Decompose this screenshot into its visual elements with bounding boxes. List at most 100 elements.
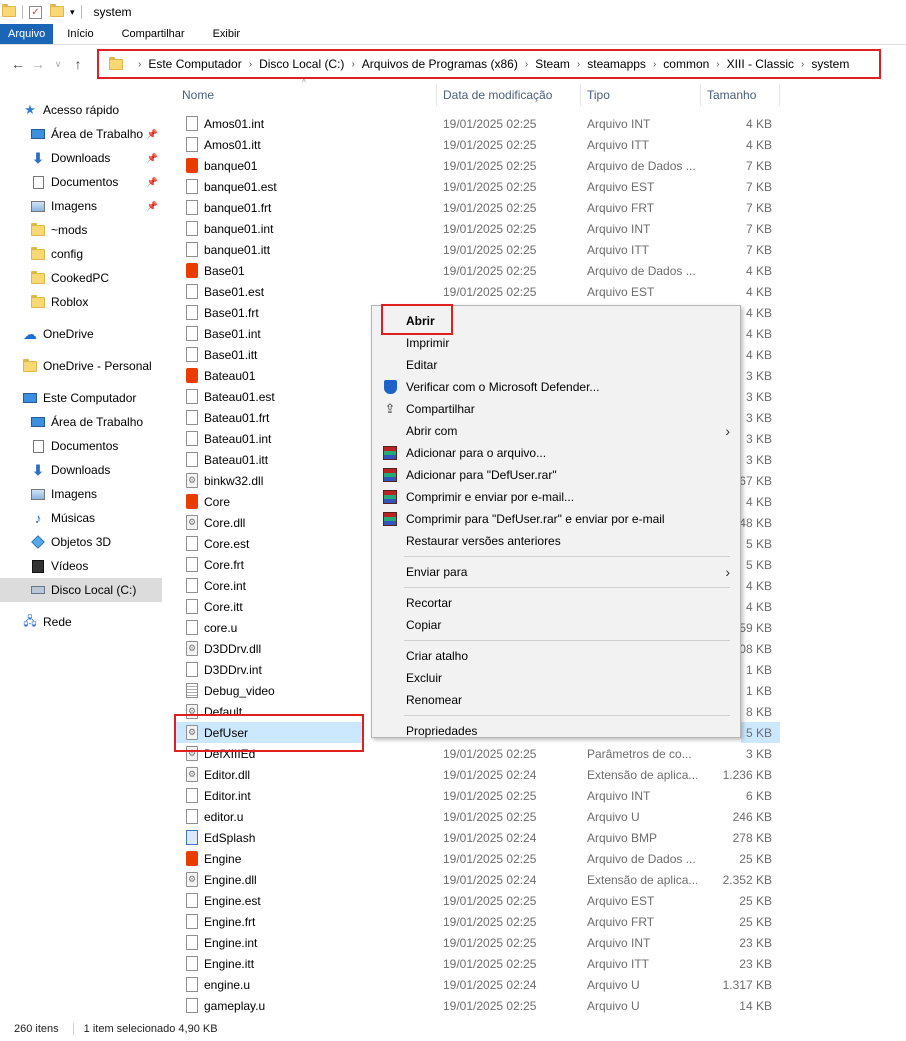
file-row[interactable]: gameplay.u 19/01/2025 02:25 Arquivo U 14 KB xyxy=(176,995,780,1016)
breadcrumb-item[interactable]: common xyxy=(663,57,709,71)
pin-icon[interactable]: 📌 xyxy=(147,201,158,212)
file-row[interactable]: Amos01.int 19/01/2025 02:25 Arquivo INT 4 K… xyxy=(176,113,780,134)
file-row[interactable]: Engine.itt 19/01/2025 02:25 Arquivo ITT 23 … xyxy=(176,953,780,974)
file-row[interactable]: Engine.frt 19/01/2025 02:25 Arquivo FRT 25 … xyxy=(176,911,780,932)
breadcrumb-item[interactable]: Arquivos de Programas (x86) xyxy=(362,57,518,71)
nav-item[interactable]: config xyxy=(0,242,162,266)
file-row[interactable]: banque01.est 19/01/2025 02:25 Arquivo EST 7… xyxy=(176,176,780,197)
menu-item-imprimir[interactable]: Imprimir xyxy=(372,332,740,354)
menu-item-recortar[interactable]: Recortar xyxy=(372,592,740,614)
menu-item-abrir-com[interactable]: Abrir com › xyxy=(372,420,740,442)
file-row[interactable]: editor.u 19/01/2025 02:25 Arquivo U 246 KB xyxy=(176,806,780,827)
nav-item[interactable]: Este Computador xyxy=(0,386,162,410)
file-row[interactable]: Editor.dll 19/01/2025 02:24 Extensão de ap… xyxy=(176,764,780,785)
chevron-right-icon[interactable]: › xyxy=(138,59,141,70)
menu-item-enviar-para[interactable]: Enviar para › xyxy=(372,561,740,583)
breadcrumb-item[interactable]: Disco Local (C:) xyxy=(259,57,344,71)
nav-item[interactable]: Vídeos xyxy=(0,554,162,578)
tab-exibir[interactable]: Exibir xyxy=(199,24,255,44)
nav-item[interactable]: Disco Local (C:) xyxy=(0,578,162,602)
nav-item[interactable]: Imagens xyxy=(0,482,162,506)
nav-item[interactable]: Área de Trabalho 📌 xyxy=(0,122,162,146)
back-arrow-icon[interactable]: ← xyxy=(8,56,28,72)
nav-item[interactable]: 🖧 Rede xyxy=(0,610,162,634)
properties-icon[interactable]: ✓ xyxy=(29,5,42,19)
file-row[interactable]: Amos01.itt 19/01/2025 02:25 Arquivo ITT 4 K… xyxy=(176,134,780,155)
pin-icon[interactable]: 📌 xyxy=(147,177,158,188)
nav-item[interactable]: ♪ Músicas xyxy=(0,506,162,530)
menu-item-renomear[interactable]: Renomear xyxy=(372,689,740,711)
chevron-right-icon[interactable]: › xyxy=(525,59,528,70)
file-row[interactable]: Engine 19/01/2025 02:25 Arquivo de Dados .… xyxy=(176,848,780,869)
menu-item-restaurar-vers-es-anteriores[interactable]: Restaurar versões anteriores xyxy=(372,530,740,552)
menu-item-adicionar-para-defuser-rar[interactable]: Adicionar para "DefUser.rar" xyxy=(372,464,740,486)
menu-item-adicionar-para-o-arquivo[interactable]: Adicionar para o arquivo... xyxy=(372,442,740,464)
file-icon xyxy=(186,998,198,1013)
file-row[interactable]: Engine.dll 19/01/2025 02:24 Extensão de ap… xyxy=(176,869,780,890)
menu-item-excluir[interactable]: Excluir xyxy=(372,667,740,689)
column-type[interactable]: Tipo xyxy=(581,84,701,106)
file-row[interactable]: engine.u 19/01/2025 02:24 Arquivo U 1.317 K… xyxy=(176,974,780,995)
breadcrumb-item[interactable]: system xyxy=(811,57,849,71)
tab-compartilhar[interactable]: Compartilhar xyxy=(108,24,199,44)
chevron-right-icon[interactable]: › xyxy=(653,59,656,70)
menu-item-criar-atalho[interactable]: Criar atalho xyxy=(372,645,740,667)
menu-item-propriedades[interactable]: Propriedades xyxy=(372,720,740,742)
file-row[interactable]: banque01.itt 19/01/2025 02:25 Arquivo ITT 7… xyxy=(176,239,780,260)
tab-arquivo[interactable]: Arquivo xyxy=(0,24,54,44)
nav-item[interactable]: OneDrive - Personal xyxy=(0,354,162,378)
file-name: editor.u xyxy=(204,809,244,824)
nav-item[interactable]: Documentos 📌 xyxy=(0,170,162,194)
menu-item-comprimir-e-enviar-por-e-mail[interactable]: Comprimir e enviar por e-mail... xyxy=(372,486,740,508)
chevron-right-icon[interactable]: › xyxy=(249,59,252,70)
file-row[interactable]: banque01.int 19/01/2025 02:25 Arquivo INT 7… xyxy=(176,218,780,239)
nav-item[interactable]: ☁ OneDrive xyxy=(0,322,162,346)
file-row[interactable]: Editor.int 19/01/2025 02:25 Arquivo INT 6 K… xyxy=(176,785,780,806)
chevron-right-icon[interactable]: › xyxy=(577,59,580,70)
nav-item[interactable]: Roblox xyxy=(0,290,162,314)
breadcrumb-item[interactable]: XIII - Classic xyxy=(727,57,794,71)
chevron-right-icon[interactable]: › xyxy=(351,59,354,70)
breadcrumb-item[interactable]: steamapps xyxy=(587,57,646,71)
breadcrumb-item[interactable]: Steam xyxy=(535,57,570,71)
nav-item[interactable]: ⬇ Downloads xyxy=(0,458,162,482)
nav-item[interactable]: Imagens 📌 xyxy=(0,194,162,218)
pin-icon[interactable]: 📌 xyxy=(147,129,158,140)
forward-arrow-icon[interactable]: → xyxy=(28,56,48,72)
tab-inicio[interactable]: Início xyxy=(53,24,107,44)
column-date[interactable]: Data de modificação xyxy=(437,84,581,106)
new-folder-icon[interactable] xyxy=(50,4,64,18)
nav-item[interactable]: Documentos xyxy=(0,434,162,458)
file-row[interactable]: Base01.est 19/01/2025 02:25 Arquivo EST 4 K… xyxy=(176,281,780,302)
nav-item-label: Documentos xyxy=(51,439,119,453)
file-size: 25 KB xyxy=(739,893,772,908)
file-row[interactable]: Base01 19/01/2025 02:25 Arquivo de Dados .… xyxy=(176,260,780,281)
chevron-right-icon[interactable]: › xyxy=(716,59,719,70)
office-file-icon xyxy=(186,158,198,173)
file-row[interactable]: EdSplash 19/01/2025 02:24 Arquivo BMP 278 K… xyxy=(176,827,780,848)
nav-item[interactable]: ⬇ Downloads 📌 xyxy=(0,146,162,170)
file-row[interactable]: Engine.int 19/01/2025 02:25 Arquivo INT 23 … xyxy=(176,932,780,953)
file-row[interactable]: banque01 19/01/2025 02:25 Arquivo de Dados… xyxy=(176,155,780,176)
nav-item[interactable]: Área de Trabalho xyxy=(0,410,162,434)
column-name[interactable]: Nome xyxy=(176,84,437,106)
menu-item-verificar-com-o-microsoft-defender[interactable]: Verificar com o Microsoft Defender... xyxy=(372,376,740,398)
nav-item[interactable]: Objetos 3D xyxy=(0,530,162,554)
menu-item-editar[interactable]: Editar xyxy=(372,354,740,376)
address-bar[interactable]: › Este Computador › Disco Local (C:) › Arquiv… xyxy=(97,49,881,79)
recent-locations-chevron-icon[interactable]: ∨ xyxy=(48,59,68,70)
chevron-right-icon[interactable]: › xyxy=(801,59,804,70)
pin-icon[interactable]: 📌 xyxy=(147,153,158,164)
up-arrow-icon[interactable]: ↑ xyxy=(68,56,88,72)
nav-item[interactable]: ★ Acesso rápido xyxy=(0,98,162,122)
column-size[interactable]: Tamanho xyxy=(701,84,780,106)
breadcrumb-item[interactable]: Este Computador xyxy=(148,57,241,71)
menu-item-comprimir-para-defuser-rar-e-enviar-por-e-mail[interactable]: Comprimir para "DefUser.rar" e enviar po… xyxy=(372,508,740,530)
nav-item[interactable]: CookedPC xyxy=(0,266,162,290)
customize-toolbar-chevron-icon[interactable]: ▾ xyxy=(70,7,75,18)
file-row[interactable]: banque01.frt 19/01/2025 02:25 Arquivo FRT 7… xyxy=(176,197,780,218)
file-row[interactable]: Engine.est 19/01/2025 02:25 Arquivo EST 25 … xyxy=(176,890,780,911)
menu-item-copiar[interactable]: Copiar xyxy=(372,614,740,636)
nav-item[interactable]: ~mods xyxy=(0,218,162,242)
menu-item-compartilhar[interactable]: ⇪ Compartilhar xyxy=(372,398,740,420)
